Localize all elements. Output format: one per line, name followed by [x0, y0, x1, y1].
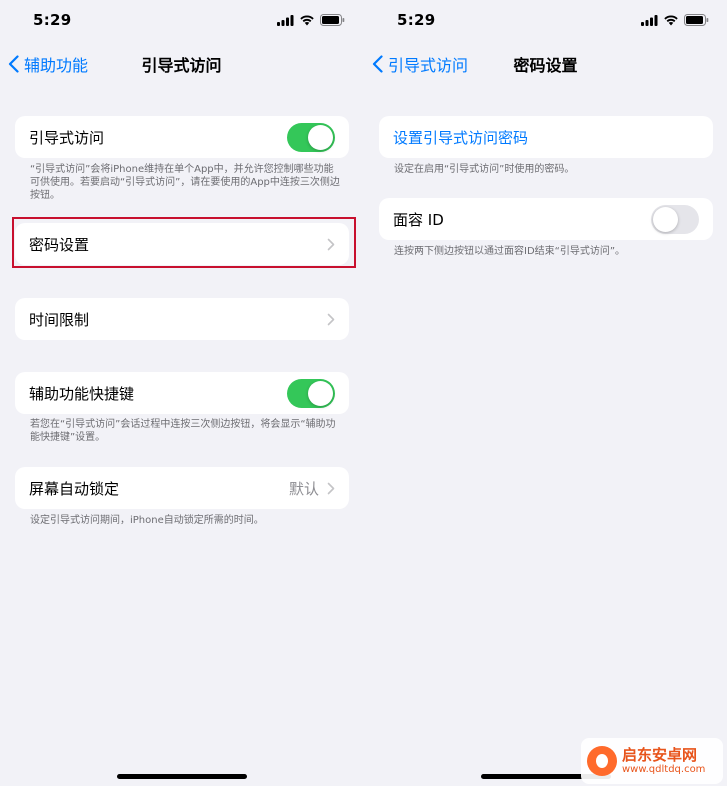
toggle-knob — [653, 206, 678, 232]
guided-access-toggle[interactable] — [287, 122, 335, 152]
signal-icon — [277, 14, 294, 26]
auto-lock-row[interactable]: 屏幕自动锁定 默认 — [15, 467, 349, 509]
time-limits-row[interactable]: 时间限制 — [15, 298, 349, 340]
auto-lock-footnote: 设定引导式访问期间，iPhone自动锁定所需的时间。 — [30, 515, 264, 526]
back-button[interactable]: 引导式访问 — [372, 52, 468, 76]
wifi-icon — [664, 15, 678, 26]
auto-lock-label: 屏幕自动锁定 — [29, 479, 120, 498]
guided-access-group: 引导式访问 — [15, 116, 349, 158]
watermark-text: 启东安卓网 www.qdltdq.com — [622, 745, 706, 776]
accessibility-shortcut-footnote: 若您在“引导式访问”会话过程中连按三次侧边按钮，将会显示“辅助功能快捷键”设置。 — [30, 419, 336, 443]
watermark-logo-icon — [587, 746, 617, 776]
face-id-footnote: 连按两下侧边按钮以通过面容ID结束“引导式访问”。 — [394, 246, 626, 257]
chevron-right-icon — [327, 238, 335, 250]
toggle-knob — [308, 124, 333, 150]
status-bar: 5:29 — [0, 10, 363, 32]
auto-lock-group: 屏幕自动锁定 默认 — [15, 467, 349, 509]
chevron-right-icon — [327, 313, 335, 325]
guided-access-row: 引导式访问 — [15, 116, 349, 158]
set-passcode-label: 设置引导式访问密码 — [393, 128, 529, 147]
status-time: 5:29 — [397, 11, 436, 29]
face-id-label: 面容 ID — [393, 210, 444, 229]
wifi-icon — [300, 15, 314, 26]
accessibility-shortcut-toggle[interactable] — [287, 378, 335, 408]
set-passcode-footnote: 设定在启用“引导式访问”时使用的密码。 — [394, 164, 575, 175]
guided-access-screen: 5:29 辅助功能 引导式访问 引导式访问 “引导式访问”会将iPhone维持在… — [0, 0, 363, 786]
back-button-label: 引导式访问 — [388, 56, 469, 75]
set-passcode-group: 设置引导式访问密码 — [379, 116, 713, 158]
navigation-bar: 引导式访问 密码设置 — [364, 48, 727, 78]
time-limits-label: 时间限制 — [29, 310, 90, 329]
passcode-settings-row[interactable]: 密码设置 — [15, 223, 349, 265]
chevron-left-icon — [8, 55, 19, 73]
guided-access-label: 引导式访问 — [29, 128, 105, 147]
face-id-group: 面容 ID — [379, 198, 713, 240]
battery-icon — [320, 14, 345, 26]
toggle-knob — [308, 380, 333, 406]
watermark-name: 启东安卓网 — [622, 745, 698, 764]
back-button[interactable]: 辅助功能 — [8, 52, 88, 76]
passcode-settings-group: 密码设置 — [15, 223, 349, 265]
passcode-settings-screen: 5:29 引导式访问 密码设置 设置引导式访问密码 设定在启用“引导式访问”时使… — [364, 0, 727, 786]
home-indicator[interactable] — [117, 774, 247, 779]
time-limits-group: 时间限制 — [15, 298, 349, 340]
watermark-url: www.qdltdq.com — [622, 763, 706, 775]
status-time: 5:29 — [33, 11, 72, 29]
back-button-label: 辅助功能 — [24, 56, 89, 75]
status-icons — [277, 14, 345, 26]
guided-access-footnote: “引导式访问”会将iPhone维持在单个App中，并允许您控制哪些功能可供使用。… — [30, 164, 340, 201]
chevron-right-icon — [327, 482, 335, 494]
navigation-bar: 辅助功能 引导式访问 — [0, 48, 363, 78]
passcode-settings-label: 密码设置 — [29, 235, 90, 254]
accessibility-shortcut-row: 辅助功能快捷键 — [15, 372, 349, 414]
accessibility-shortcut-group: 辅助功能快捷键 — [15, 372, 349, 414]
face-id-row: 面容 ID — [379, 198, 713, 240]
signal-icon — [641, 14, 658, 26]
status-bar: 5:29 — [364, 10, 727, 32]
accessibility-shortcut-label: 辅助功能快捷键 — [29, 384, 135, 403]
chevron-left-icon — [372, 55, 383, 73]
set-passcode-row[interactable]: 设置引导式访问密码 — [379, 116, 713, 158]
site-watermark: 启东安卓网 www.qdltdq.com — [581, 738, 723, 784]
status-icons — [641, 14, 709, 26]
battery-icon — [684, 14, 709, 26]
auto-lock-value: 默认 — [288, 479, 319, 498]
face-id-toggle[interactable] — [651, 204, 699, 234]
